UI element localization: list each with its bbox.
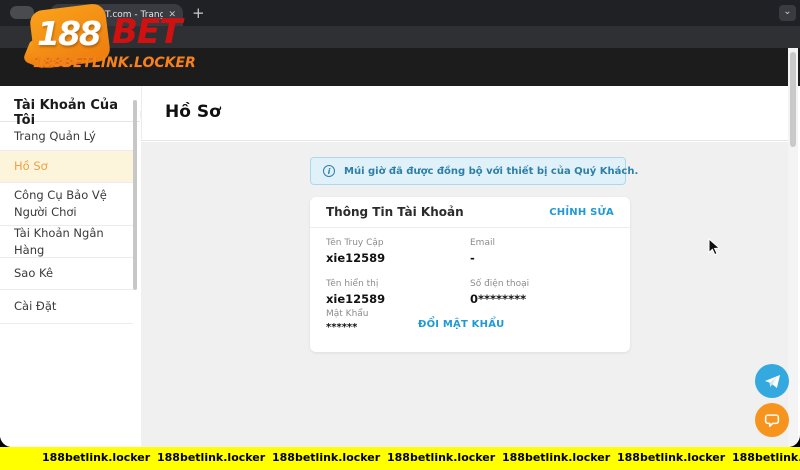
sidebar-item-label: Hồ Sơ: [14, 158, 48, 175]
footer-text: 188betlink.locker: [732, 451, 800, 464]
tab-close-icon[interactable]: ✕: [168, 10, 176, 20]
sidebar-item-cong-cu-bao-ve[interactable]: Công Cụ Bảo Vệ Người Chơi: [0, 183, 133, 226]
browser-tab[interactable]: 188BET.com - Trang chủ chín ✕: [50, 4, 183, 26]
footer-text: 188betlink.locker: [157, 451, 265, 464]
field-label: Số điện thoại: [470, 279, 529, 289]
sidebar-item-label: Tài Khoản Ngân Hàng: [14, 225, 117, 258]
sidebar-item-cai-dat[interactable]: Cài Đặt: [0, 290, 133, 324]
field-label: Mật Khẩu: [326, 309, 369, 319]
field-label: Tên Truy Cập: [326, 238, 385, 248]
sidebar-item-label: Cài Đặt: [14, 298, 56, 315]
field-email: Email -: [470, 238, 495, 265]
account-info-card: Thông Tin Tài Khoản CHỈNH SỬA Tên Truy C…: [310, 197, 630, 352]
sidebar-title: Tài Khoản Của Tôi: [0, 86, 140, 122]
footer-watermark-bar: 188betlink.locker 188betlink.locker 188b…: [0, 447, 800, 470]
tab-list-chevron-icon[interactable]: ⌄: [779, 5, 796, 21]
sidebar-item-tai-khoan-ngan-hang[interactable]: Tài Khoản Ngân Hàng: [0, 226, 133, 258]
tab-title: 188BET.com - Trang chủ chín: [76, 10, 163, 20]
sidebar-item-trang-quan-ly[interactable]: Trang Quản Lý: [0, 122, 133, 151]
footer-text: 188betlink.locker: [617, 451, 725, 464]
field-display-name: Tên hiển thị xie12589: [326, 279, 385, 306]
footer-text: 188betlink.locker: [502, 451, 610, 464]
sidebar-item-label: Sao Kê: [14, 265, 53, 282]
main-title-bar: [141, 86, 788, 141]
site-navbar: 188 BET Thể Thao BTI Thể Thao VR Thể Tha…: [0, 48, 800, 86]
footer-text: 188betlink.locker: [42, 451, 150, 464]
sidebar-item-label: Công Cụ Bảo Vệ Người Chơi: [14, 187, 117, 220]
live-chat-button[interactable]: [755, 403, 789, 437]
page-title: Hồ Sơ: [165, 102, 221, 122]
edit-link[interactable]: CHỈNH SỬA: [549, 207, 614, 218]
sidebar-scrollbar[interactable]: [133, 100, 137, 290]
page-scrollbar-thumb[interactable]: [790, 52, 796, 147]
field-password: Mật Khẩu ******: [326, 309, 369, 333]
browser-window: 188BET.com - Trang chủ chín ✕ + ⌄ ← -acc…: [0, 0, 800, 447]
field-value: xie12589: [326, 292, 385, 306]
sidebar-item-ho-so[interactable]: Hồ Sơ: [0, 151, 133, 183]
footer-text: 188betlink.locker: [387, 451, 495, 464]
field-value: 0********: [470, 292, 529, 306]
screen: 188BET.com - Trang chủ chín ✕ + ⌄ ← -acc…: [0, 0, 800, 470]
card-title: Thông Tin Tài Khoản: [326, 205, 464, 219]
banner-text: Múi giờ đã được đồng bộ với thiết bị của…: [344, 166, 638, 177]
info-icon: i: [323, 165, 335, 177]
timezone-banner: i Múi giờ đã được đồng bộ với thiết bị c…: [310, 157, 626, 185]
field-value: xie12589: [326, 251, 385, 265]
sidebar-item-sao-ke[interactable]: Sao Kê: [0, 258, 133, 290]
sidebar-item-label: Trang Quản Lý: [14, 128, 96, 145]
browser-url-bar: ← -account/profile?title=Tài_Khoản_Của_T…: [0, 26, 800, 48]
browser-tab-bar: 188BET.com - Trang chủ chín ✕ + ⌄: [0, 0, 800, 26]
field-value: -: [470, 251, 495, 265]
telegram-button[interactable]: [755, 364, 789, 398]
chat-bubble-icon: [763, 411, 781, 429]
field-username: Tên Truy Cập xie12589: [326, 238, 385, 265]
footer-text: 188betlink.locker: [272, 451, 380, 464]
window-controls[interactable]: [10, 6, 34, 19]
field-label: Email: [470, 238, 495, 248]
new-tab-button[interactable]: +: [192, 4, 205, 22]
change-password-link[interactable]: ĐỔI MẬT KHẨU: [418, 319, 504, 330]
field-label: Tên hiển thị: [326, 279, 385, 289]
field-phone: Số điện thoại 0********: [470, 279, 529, 306]
field-value: ******: [326, 322, 369, 333]
card-header: Thông Tin Tài Khoản CHỈNH SỬA: [310, 197, 630, 228]
telegram-icon: [763, 372, 782, 391]
